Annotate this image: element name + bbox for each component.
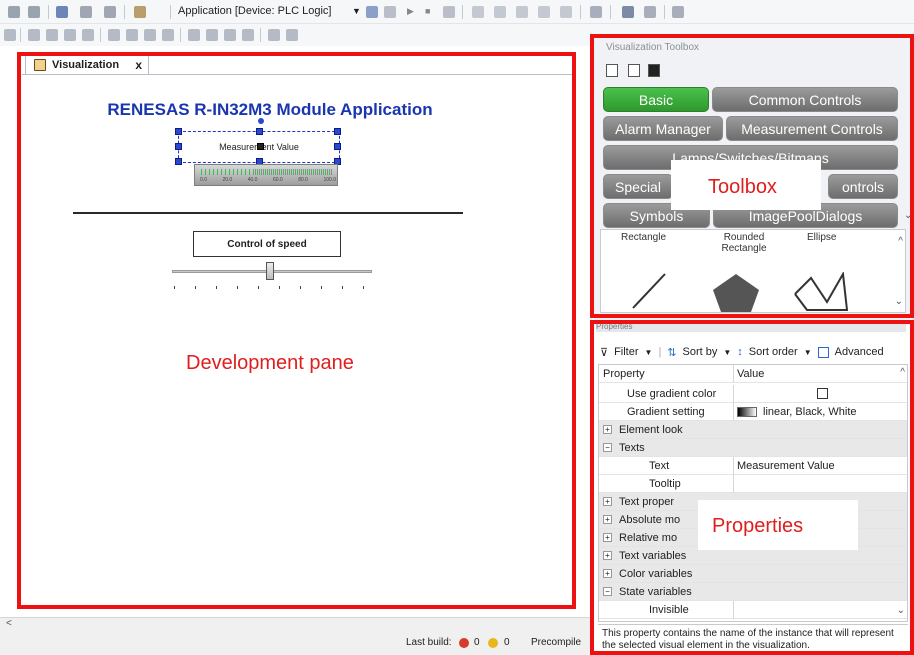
error-count: 0 <box>474 637 480 648</box>
warning-count: 0 <box>504 637 510 648</box>
horizontal-scrollbar[interactable]: < <box>0 617 594 631</box>
toolbar-icon[interactable] <box>162 29 174 41</box>
status-bar: Last build: 0 0 Precompile <box>0 631 594 655</box>
toolbar-separator <box>48 5 49 19</box>
development-pane-highlight <box>17 52 576 609</box>
toolbar-separator <box>170 5 171 19</box>
warning-icon <box>488 638 498 648</box>
toolbar-icon[interactable] <box>286 29 298 41</box>
toolbar-icon[interactable] <box>206 29 218 41</box>
toolbar-icon[interactable] <box>516 6 528 18</box>
toolbar-icon[interactable] <box>188 29 200 41</box>
toolbar-icon[interactable] <box>494 6 506 18</box>
toolbar-separator <box>260 28 261 42</box>
toolbox-highlight <box>590 34 914 318</box>
toolbar-icon[interactable] <box>443 6 455 18</box>
toolbar-icon[interactable] <box>46 29 58 41</box>
toolbar-icon[interactable] <box>560 6 572 18</box>
last-build-label: Last build: <box>406 637 452 648</box>
toolbar-icon[interactable] <box>56 6 68 18</box>
toolbar-icon[interactable] <box>590 6 602 18</box>
toolbar-icon[interactable] <box>242 29 254 41</box>
toolbar-separator <box>180 28 181 42</box>
error-icon <box>459 638 469 648</box>
toolbar-icon[interactable] <box>28 6 40 18</box>
toolbar-separator <box>100 28 101 42</box>
toolbar-icon[interactable] <box>82 29 94 41</box>
scroll-left-icon[interactable]: < <box>6 618 12 629</box>
toolbar-separator <box>462 5 463 19</box>
precompile-label: Precompile <box>531 637 582 648</box>
main-toolbar: Application [Device: PLC Logic] ▼ ▶ ■ <box>0 0 914 24</box>
toolbar-icon[interactable] <box>622 6 634 18</box>
toolbar-icon[interactable] <box>104 6 116 18</box>
application-selector[interactable]: Application [Device: PLC Logic] <box>178 5 331 17</box>
toolbar-icon[interactable] <box>108 29 120 41</box>
toolbar-icon[interactable] <box>672 6 684 18</box>
toolbar-icon[interactable] <box>80 6 92 18</box>
stop-icon[interactable]: ■ <box>425 6 430 16</box>
properties-highlight <box>590 320 914 655</box>
toolbar-icon[interactable] <box>366 6 378 18</box>
toolbar-separator <box>20 28 21 42</box>
play-icon[interactable]: ▶ <box>407 6 414 17</box>
toolbar-separator <box>124 5 125 19</box>
toolbar-icon[interactable] <box>4 29 16 41</box>
toolbar-icon[interactable] <box>126 29 138 41</box>
toolbar-icon[interactable] <box>224 29 236 41</box>
toolbar-separator <box>580 5 581 19</box>
toolbar-icon[interactable] <box>134 6 146 18</box>
toolbar-icon[interactable] <box>28 29 40 41</box>
toolbar-icon[interactable] <box>384 6 396 18</box>
toolbar-separator <box>610 5 611 19</box>
toolbar-icon[interactable] <box>472 6 484 18</box>
toolbar-separator <box>664 5 665 19</box>
toolbar-icon[interactable] <box>8 6 20 18</box>
toolbar-icon[interactable] <box>268 29 280 41</box>
toolbar-icon[interactable] <box>538 6 550 18</box>
chevron-down-icon[interactable]: ▼ <box>352 6 361 16</box>
toolbar-icon[interactable] <box>644 6 656 18</box>
toolbar-icon[interactable] <box>64 29 76 41</box>
toolbar-icon[interactable] <box>144 29 156 41</box>
